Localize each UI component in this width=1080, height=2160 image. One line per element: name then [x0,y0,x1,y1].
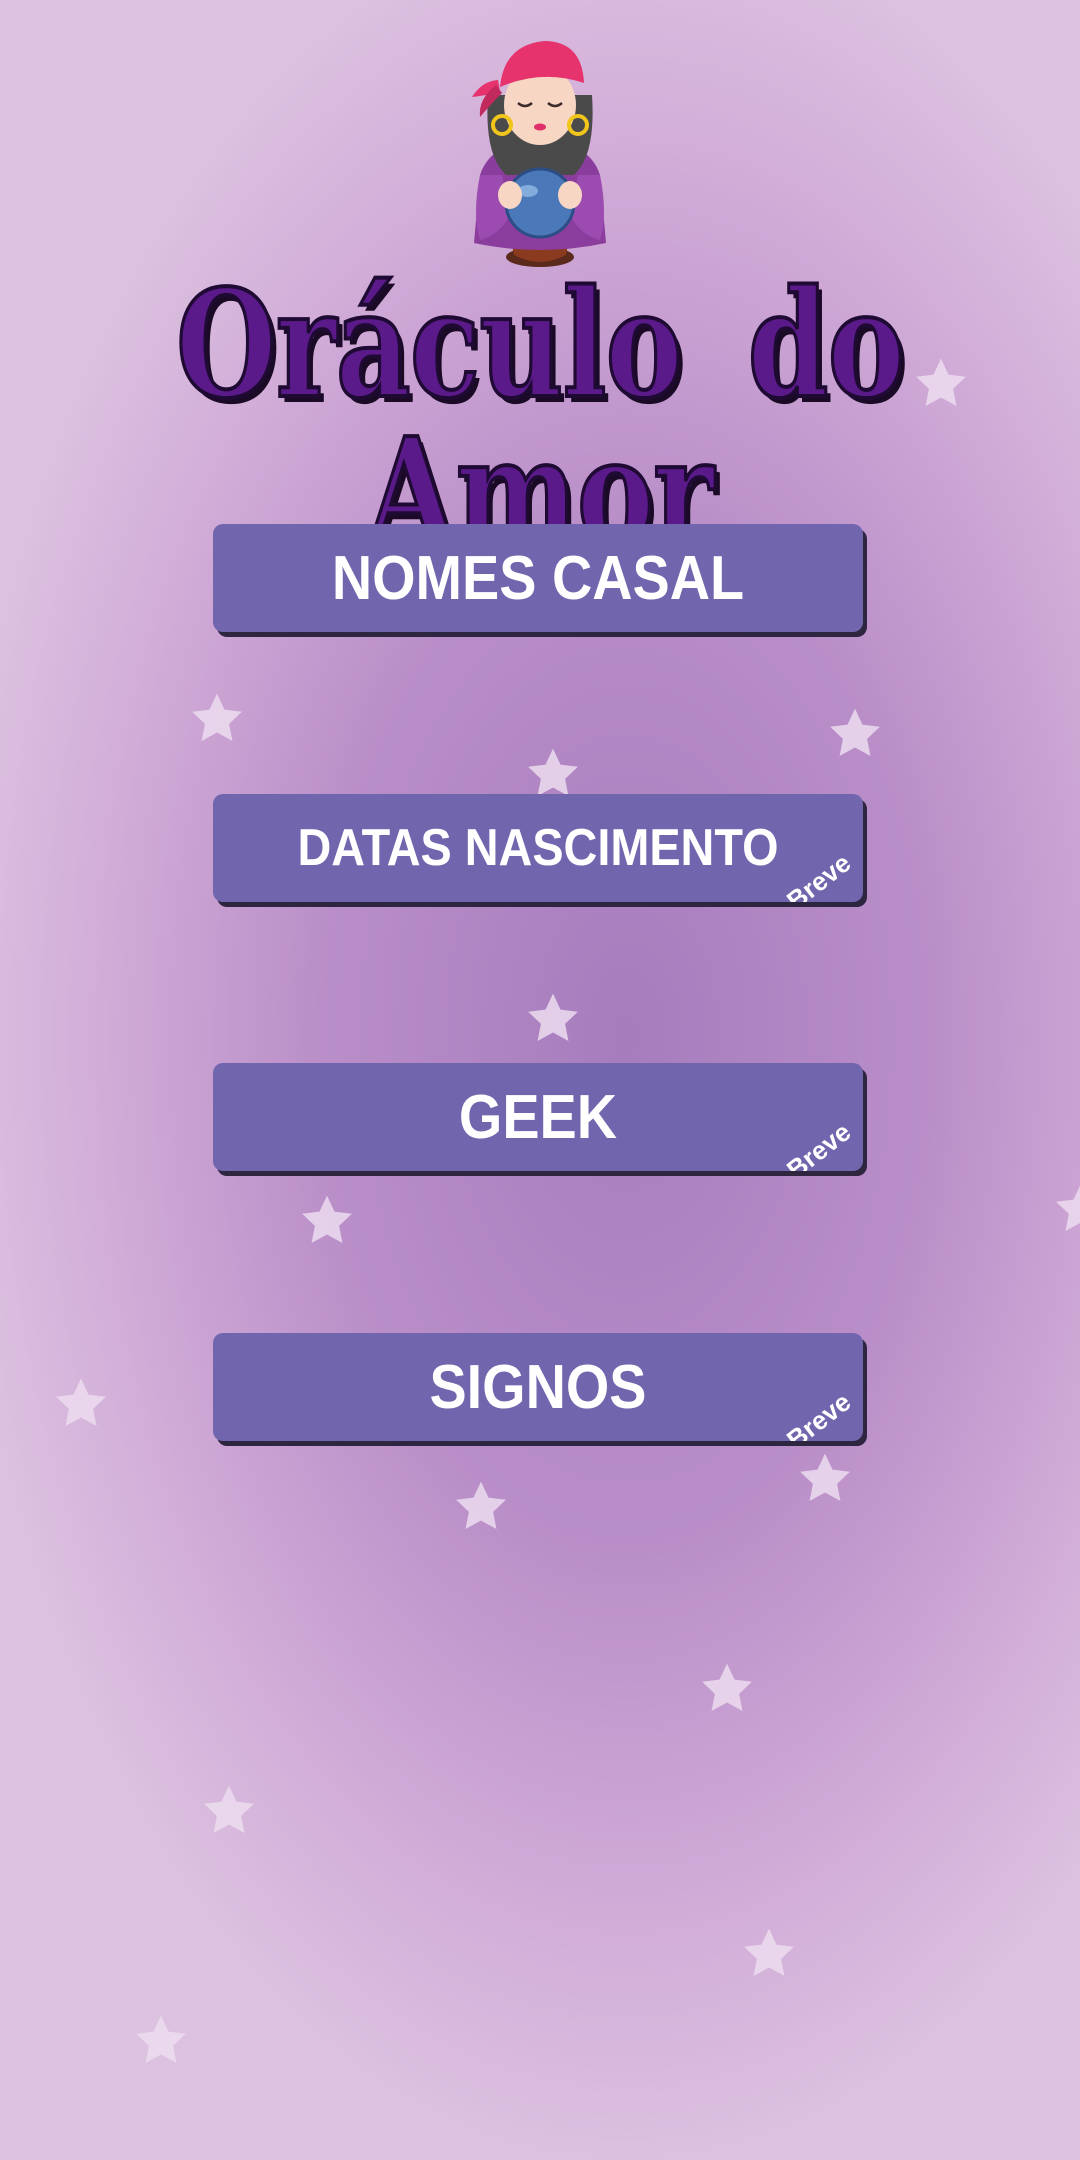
geek-label: GEEK [458,1082,618,1152]
star-icon [740,1925,798,1983]
star-icon [188,690,246,748]
star-icon [452,1478,510,1536]
star-icon [826,705,884,763]
home-screen: Oráculo do Amor NOMES CASAL DATAS NASCIM… [0,0,1080,2160]
nomes-casal-label: NOMES CASAL [331,543,745,613]
star-icon [1052,1180,1080,1238]
star-icon [524,990,582,1048]
fortune-teller-icon [450,25,630,275]
star-icon [298,1192,356,1250]
app-title: Oráculo do Amor [174,257,906,579]
star-icon [698,1660,756,1718]
datas-nascimento-button[interactable]: DATAS NASCIMENTO Em Breve [213,794,863,902]
star-icon [796,1450,854,1508]
nomes-casal-button[interactable]: NOMES CASAL [213,524,863,632]
signos-label: SIGNOS [429,1352,647,1422]
star-icon [200,1782,258,1840]
signos-button[interactable]: SIGNOS Em Breve [213,1333,863,1441]
star-icon [52,1375,110,1433]
datas-nascimento-label: DATAS NASCIMENTO [297,819,779,877]
star-icon [132,2012,190,2070]
geek-button[interactable]: GEEK Em Breve [213,1063,863,1171]
